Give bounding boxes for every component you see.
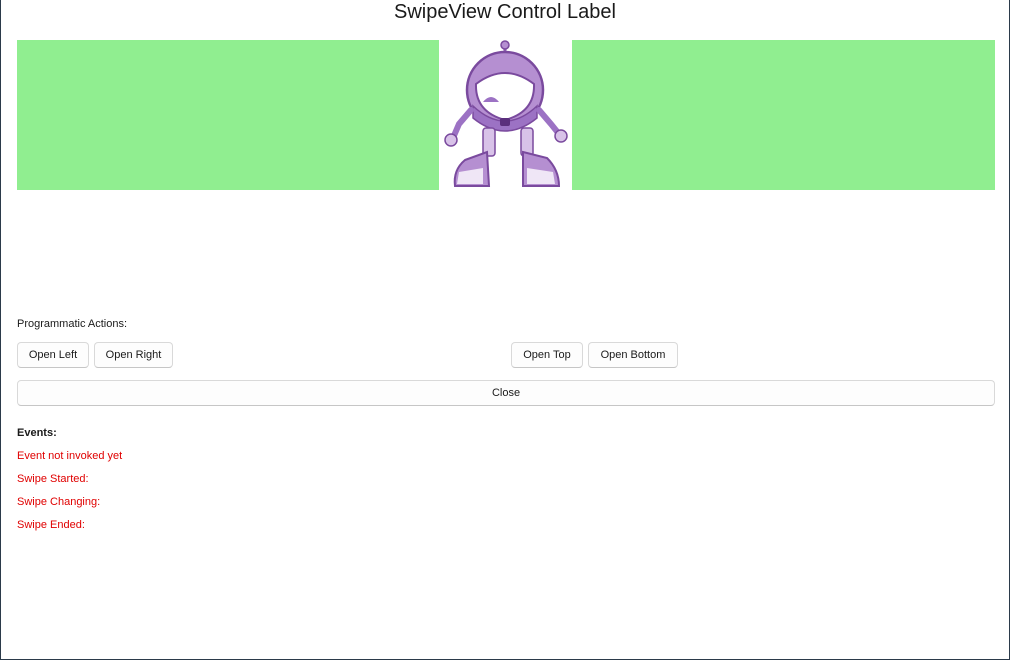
swipe-started-text: Swipe Started: bbox=[17, 473, 89, 485]
dotnet-bot-image bbox=[439, 40, 572, 190]
open-top-button[interactable]: Open Top bbox=[511, 342, 583, 368]
swipe-view[interactable] bbox=[17, 40, 995, 190]
close-button[interactable]: Close bbox=[17, 380, 995, 406]
events-label: Events: bbox=[17, 427, 57, 439]
app-window: SwipeView Control Label Programmatic Act… bbox=[0, 0, 1010, 660]
programmatic-actions-label: Programmatic Actions: bbox=[17, 318, 128, 330]
swipe-content-left[interactable] bbox=[17, 40, 439, 190]
robot-illustration bbox=[444, 40, 568, 187]
open-right-button[interactable]: Open Right bbox=[94, 342, 173, 368]
swipe-content-right[interactable] bbox=[572, 40, 995, 190]
open-bottom-button[interactable]: Open Bottom bbox=[588, 342, 678, 368]
swipe-changing-text: Swipe Changing: bbox=[17, 496, 101, 508]
page-title: SwipeView Control Label bbox=[394, 1, 616, 23]
event-status-text: Event not invoked yet bbox=[17, 450, 123, 462]
open-left-button[interactable]: Open Left bbox=[17, 342, 89, 368]
swipe-ended-text: Swipe Ended: bbox=[17, 519, 85, 531]
